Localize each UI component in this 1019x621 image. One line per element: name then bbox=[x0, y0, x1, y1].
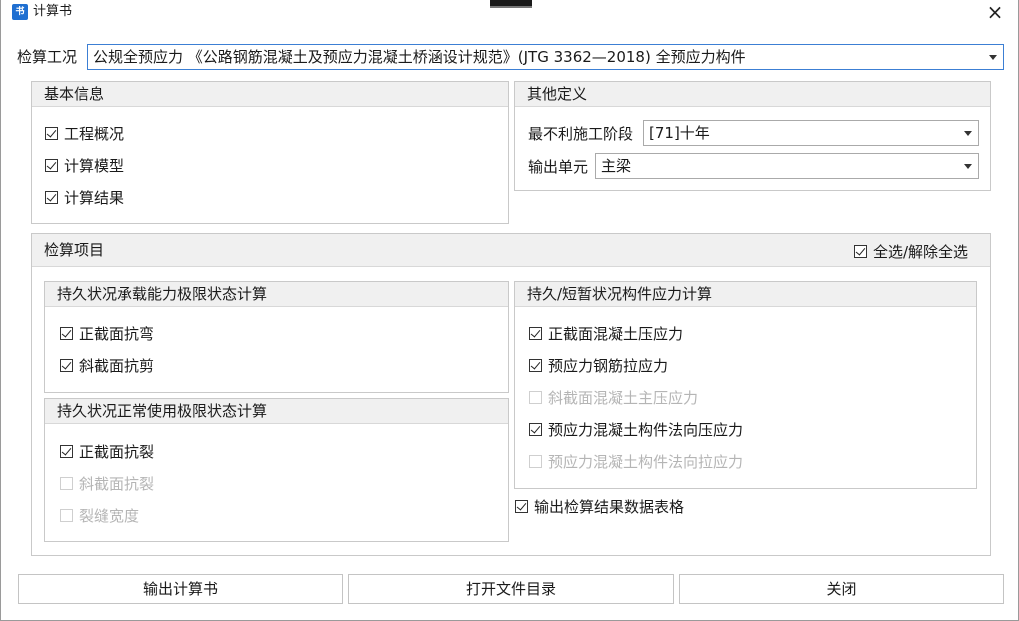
stress-calc-title: 持久/短暂状况构件应力计算 bbox=[515, 282, 976, 307]
checkbox-label: 正截面抗弯 bbox=[79, 325, 155, 343]
window-title: 计算书 bbox=[33, 4, 73, 19]
checkbox-calc-result[interactable]: 计算结果 bbox=[45, 188, 124, 208]
close-button[interactable]: 关闭 bbox=[679, 574, 1004, 604]
checkbox-project-overview[interactable]: 工程概况 bbox=[45, 124, 124, 144]
close-icon[interactable]: × bbox=[984, 0, 1006, 24]
checkbox-label: 计算结果 bbox=[64, 189, 125, 207]
checkbox-label: 正截面抗裂 bbox=[79, 443, 155, 461]
checkbox-box bbox=[529, 391, 542, 404]
select-all-label: 全选/解除全选 bbox=[873, 243, 969, 261]
case-select[interactable]: 公规全预应力 《公路钢筋混凝土及预应力混凝土桥涵设计规范》(JTG 3362—2… bbox=[87, 44, 1004, 70]
checkbox-label: 工程概况 bbox=[64, 125, 125, 143]
checkbox-crack-width: 裂缝宽度 bbox=[60, 506, 139, 526]
checkbox-label: 斜截面抗裂 bbox=[79, 475, 155, 493]
other-def-group: 其他定义 最不利施工阶段 [71]十年 输出单元 主梁 bbox=[514, 81, 991, 191]
checkbox-label: 输出检算结果数据表格 bbox=[534, 498, 685, 516]
checkbox-calc-model[interactable]: 计算模型 bbox=[45, 156, 124, 176]
chevron-down-icon bbox=[964, 131, 972, 136]
checkbox-box bbox=[45, 127, 58, 140]
other-def-title: 其他定义 bbox=[515, 82, 990, 107]
calc-book-dialog: 书 计算书 × 检算工况 公规全预应力 《公路钢筋混凝土及预应力混凝土桥涵设计规… bbox=[0, 0, 1019, 621]
output-calc-book-button[interactable]: 输出计算书 bbox=[18, 574, 343, 604]
serviceability-state-title: 持久状况正常使用极限状态计算 bbox=[45, 399, 508, 424]
checkbox-box bbox=[515, 500, 528, 513]
checkbox-box bbox=[45, 191, 58, 204]
checkbox-box bbox=[60, 509, 73, 522]
checkbox-box bbox=[529, 359, 542, 372]
checkbox-label: 斜截面混凝土主压应力 bbox=[548, 389, 699, 407]
ultimate-state-title: 持久状况承载能力极限状态计算 bbox=[45, 282, 508, 307]
checkbox-principal-compressive-stress: 斜截面混凝土主压应力 bbox=[529, 388, 698, 408]
stage-select[interactable]: [71]十年 bbox=[643, 120, 979, 146]
checkbox-label: 预应力混凝土构件法向压应力 bbox=[548, 421, 744, 439]
checkbox-box bbox=[529, 455, 542, 468]
unit-select-value: 主梁 bbox=[601, 157, 632, 175]
stage-select-value: [71]十年 bbox=[649, 124, 710, 142]
checkbox-box bbox=[45, 159, 58, 172]
check-items-title: 检算项目 bbox=[32, 234, 990, 267]
top-notch-decoration bbox=[490, 0, 532, 8]
ultimate-state-group: 持久状况承载能力极限状态计算 正截面抗弯 斜截面抗剪 bbox=[44, 281, 509, 393]
title-bar: 书 计算书 × bbox=[1, 0, 1018, 28]
checkbox-tendon-tensile-stress[interactable]: 预应力钢筋拉应力 bbox=[529, 356, 668, 376]
unit-label: 输出单元 bbox=[528, 158, 589, 176]
stress-calc-group: 持久/短暂状况构件应力计算 正截面混凝土压应力 预应力钢筋拉应力 斜截面混凝土主… bbox=[514, 281, 977, 489]
checkbox-concrete-compressive-stress[interactable]: 正截面混凝土压应力 bbox=[529, 324, 683, 344]
open-file-directory-button[interactable]: 打开文件目录 bbox=[348, 574, 674, 604]
checkbox-label: 计算模型 bbox=[64, 157, 125, 175]
case-label: 检算工况 bbox=[17, 48, 78, 66]
checkbox-box bbox=[529, 327, 542, 340]
checkbox-normal-tensile-stress: 预应力混凝土构件法向拉应力 bbox=[529, 452, 743, 472]
basic-info-title: 基本信息 bbox=[32, 82, 508, 107]
checkbox-normal-section-crack[interactable]: 正截面抗裂 bbox=[60, 442, 154, 462]
checkbox-box bbox=[60, 359, 73, 372]
checkbox-inclined-section-shear[interactable]: 斜截面抗剪 bbox=[60, 356, 154, 376]
chevron-down-icon bbox=[964, 164, 972, 169]
stage-label: 最不利施工阶段 bbox=[528, 125, 634, 143]
checkbox-label: 正截面混凝土压应力 bbox=[548, 325, 684, 343]
checkbox-box bbox=[854, 245, 867, 258]
checkbox-box bbox=[60, 477, 73, 490]
app-icon: 书 bbox=[12, 4, 28, 20]
basic-info-group: 基本信息 工程概况 计算模型 计算结果 bbox=[31, 81, 509, 224]
checkbox-inclined-section-crack: 斜截面抗裂 bbox=[60, 474, 154, 494]
unit-select[interactable]: 主梁 bbox=[595, 153, 979, 179]
checkbox-box bbox=[60, 445, 73, 458]
checkbox-label: 斜截面抗剪 bbox=[79, 357, 155, 375]
chevron-down-icon bbox=[989, 55, 997, 60]
checkbox-normal-section-bending[interactable]: 正截面抗弯 bbox=[60, 324, 154, 344]
checkbox-output-data-table[interactable]: 输出检算结果数据表格 bbox=[515, 497, 684, 517]
select-all-checkbox[interactable]: 全选/解除全选 bbox=[854, 242, 968, 262]
checkbox-box bbox=[529, 423, 542, 436]
serviceability-state-group: 持久状况正常使用极限状态计算 正截面抗裂 斜截面抗裂 裂缝宽度 bbox=[44, 398, 509, 542]
checkbox-normal-compressive-stress[interactable]: 预应力混凝土构件法向压应力 bbox=[529, 420, 743, 440]
checkbox-label: 裂缝宽度 bbox=[79, 507, 140, 525]
checkbox-label: 预应力混凝土构件法向拉应力 bbox=[548, 453, 744, 471]
checkbox-label: 预应力钢筋拉应力 bbox=[548, 357, 669, 375]
case-select-value: 公规全预应力 《公路钢筋混凝土及预应力混凝土桥涵设计规范》(JTG 3362—2… bbox=[93, 48, 746, 66]
checkbox-box bbox=[60, 327, 73, 340]
